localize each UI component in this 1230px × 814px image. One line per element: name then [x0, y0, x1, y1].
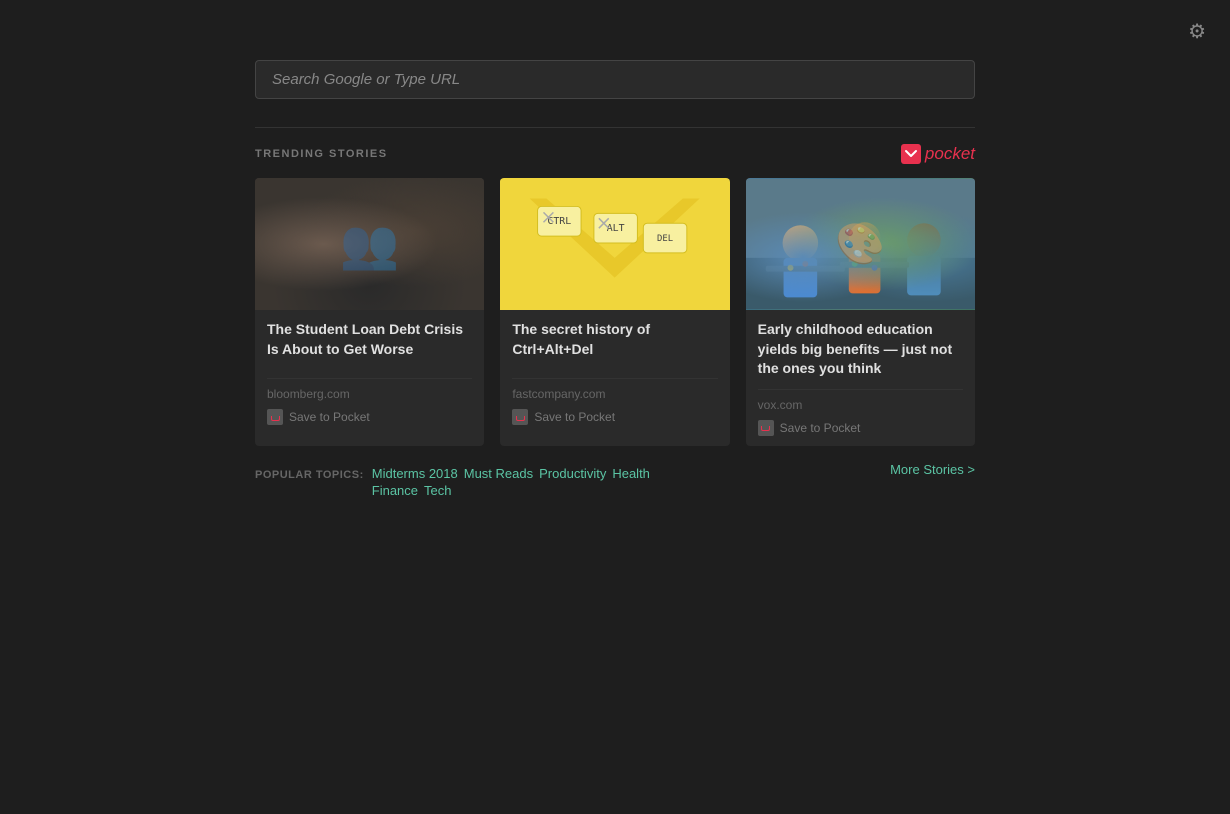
card-2-source: fastcompany.com — [512, 378, 717, 401]
trending-header: TRENDING STORIES pocket — [255, 144, 975, 164]
popular-topics: POPULAR TOPICS: Midterms 2018 Must Reads… — [255, 466, 650, 500]
topics-row-2: Finance Tech — [372, 483, 650, 498]
save-pocket-button-1[interactable]: Save to Pocket — [267, 409, 370, 425]
popular-topics-label: POPULAR TOPICS: — [255, 466, 364, 486]
save-label-2: Save to Pocket — [534, 410, 615, 424]
card-3-svg — [746, 178, 975, 310]
main-content: TRENDING STORIES pocket — [255, 60, 975, 500]
pocket-save-icon-1 — [267, 409, 283, 425]
story-card-3[interactable]: Early childhood education yields big ben… — [746, 178, 975, 446]
story-card-1[interactable]: The Student Loan Debt Crisis Is About to… — [255, 178, 484, 446]
save-pocket-button-3[interactable]: Save to Pocket — [758, 420, 861, 436]
popular-topics-row: POPULAR TOPICS: Midterms 2018 Must Reads… — [255, 462, 975, 500]
card-2-svg: CTRL ALT DEL — [500, 178, 729, 310]
card-3-source: vox.com — [758, 389, 963, 412]
story-card-2[interactable]: CTRL ALT DEL The secret history of Ctrl+… — [500, 178, 729, 446]
topic-tech[interactable]: Tech — [424, 483, 451, 498]
card-image-2: CTRL ALT DEL — [500, 178, 729, 310]
topic-must-reads[interactable]: Must Reads — [464, 466, 533, 481]
card-3-body: Early childhood education yields big ben… — [746, 310, 975, 446]
save-pocket-button-2[interactable]: Save to Pocket — [512, 409, 615, 425]
svg-text:CTRL: CTRL — [548, 216, 572, 227]
card-1-title: The Student Loan Debt Crisis Is About to… — [267, 320, 472, 368]
card-2-body: The secret history of Ctrl+Alt+Del fastc… — [500, 310, 729, 435]
pocket-save-icon-2 — [512, 409, 528, 425]
trending-label: TRENDING STORIES — [255, 148, 388, 160]
svg-text:ALT: ALT — [607, 223, 625, 234]
save-label-1: Save to Pocket — [289, 410, 370, 424]
topic-finance[interactable]: Finance — [372, 483, 418, 498]
card-image-3 — [746, 178, 975, 310]
card-1-svg — [255, 178, 484, 310]
topic-health[interactable]: Health — [612, 466, 650, 481]
card-image-1 — [255, 178, 484, 310]
svg-text:DEL: DEL — [657, 234, 673, 244]
more-stories-button[interactable]: More Stories > — [890, 462, 975, 477]
pocket-logo: pocket — [901, 144, 975, 164]
card-2-title: The secret history of Ctrl+Alt+Del — [512, 320, 717, 368]
pocket-save-icon-3 — [758, 420, 774, 436]
card-1-body: The Student Loan Debt Crisis Is About to… — [255, 310, 484, 435]
topics-links: Midterms 2018 Must Reads Productivity He… — [372, 466, 650, 500]
card-3-title: Early childhood education yields big ben… — [758, 320, 963, 379]
divider — [255, 127, 975, 128]
save-label-3: Save to Pocket — [780, 421, 861, 435]
settings-button[interactable]: ⚙ — [1188, 22, 1206, 42]
topic-productivity[interactable]: Productivity — [539, 466, 606, 481]
pocket-brand-icon — [901, 144, 921, 164]
card-1-source: bloomberg.com — [267, 378, 472, 401]
cards-grid: The Student Loan Debt Crisis Is About to… — [255, 178, 975, 446]
topics-row-1: Midterms 2018 Must Reads Productivity He… — [372, 466, 650, 481]
topic-midterms-2018[interactable]: Midterms 2018 — [372, 466, 458, 481]
pocket-brand-name: pocket — [925, 144, 975, 164]
search-input[interactable] — [255, 60, 975, 99]
